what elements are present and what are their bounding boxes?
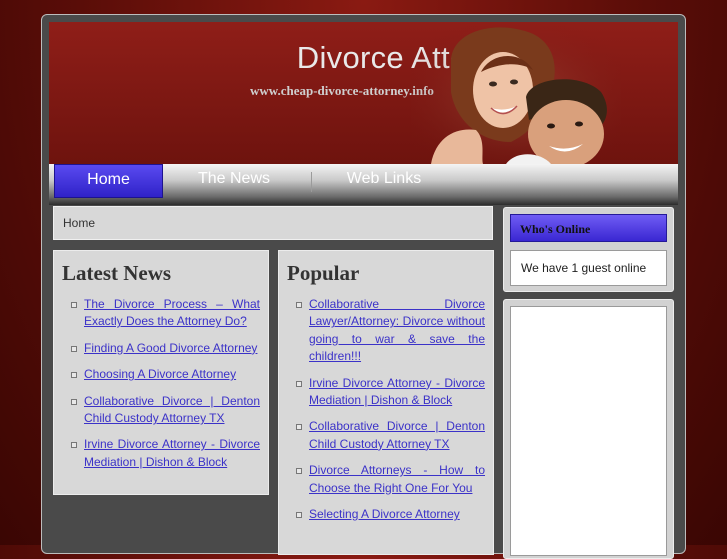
- latest-news-link[interactable]: Irvine Divorce Attorney - Divorce Mediat…: [84, 437, 260, 468]
- latest-news-link[interactable]: The Divorce Process – What Exactly Does …: [84, 297, 260, 328]
- site-url: www.cheap-divorce-attorney.info: [250, 83, 434, 98]
- popular-link[interactable]: Selecting A Divorce Attorney: [309, 507, 460, 521]
- latest-news-title: Latest News: [62, 261, 172, 285]
- site-header: Divorce Attorney www.cheap-divorce-attor…: [49, 22, 678, 164]
- latest-news-link[interactable]: Choosing A Divorce Attorney: [84, 367, 236, 381]
- list-item: Collaborative Divorce | Denton Child Cus…: [71, 393, 260, 428]
- popular-list: Collaborative Divorce Lawyer/Attorney: D…: [279, 296, 493, 523]
- popular-link[interactable]: Collaborative Divorce Lawyer/Attorney: D…: [309, 297, 485, 363]
- nav-the-news[interactable]: The News: [174, 164, 294, 198]
- sidebar-blank-box: [510, 306, 667, 556]
- latest-news-panel: Latest News The Divorce Process – What E…: [53, 250, 269, 495]
- bullet-icon: [71, 398, 77, 405]
- bullet-icon: [296, 424, 302, 431]
- list-item: Collaborative Divorce | Denton Child Cus…: [296, 418, 485, 453]
- bullet-icon: [71, 372, 77, 379]
- sidebar-module-blank: [503, 299, 674, 559]
- bullet-icon: [296, 380, 302, 387]
- header-couple-photo: [411, 22, 621, 164]
- nav-divider: [311, 172, 312, 192]
- bullet-icon: [71, 442, 77, 449]
- nav-web-links[interactable]: Web Links: [324, 164, 444, 198]
- bullet-icon: [296, 302, 302, 308]
- whos-online-title: Who's Online: [510, 214, 667, 242]
- list-item: Finding A Good Divorce Attorney: [71, 340, 260, 357]
- latest-news-list: The Divorce Process – What Exactly Does …: [54, 296, 268, 471]
- nav-home[interactable]: Home: [54, 164, 163, 198]
- popular-link[interactable]: Irvine Divorce Attorney - Divorce Mediat…: [309, 376, 485, 407]
- whos-online-text: We have 1 guest online: [510, 250, 667, 286]
- latest-news-link[interactable]: Finding A Good Divorce Attorney: [84, 341, 257, 355]
- list-item: The Divorce Process – What Exactly Does …: [71, 296, 260, 331]
- popular-panel: Popular Collaborative Divorce Lawyer/Att…: [278, 250, 494, 555]
- list-item: Collaborative Divorce Lawyer/Attorney: D…: [296, 296, 485, 366]
- popular-link[interactable]: Collaborative Divorce | Denton Child Cus…: [309, 419, 485, 450]
- bullet-icon: [71, 302, 77, 308]
- list-item: Irvine Divorce Attorney - Divorce Mediat…: [71, 436, 260, 471]
- page-container: Divorce Attorney www.cheap-divorce-attor…: [41, 14, 686, 559]
- main-nav: Home The News Web Links: [49, 164, 678, 205]
- popular-title: Popular: [287, 261, 360, 285]
- list-item: Choosing A Divorce Attorney: [71, 366, 260, 383]
- list-item: Irvine Divorce Attorney - Divorce Mediat…: [296, 375, 485, 410]
- whos-online-module: Who's Online We have 1 guest online: [503, 207, 674, 292]
- bullet-icon: [296, 512, 302, 519]
- popular-link[interactable]: Divorce Attorneys - How to Choose the Ri…: [309, 463, 485, 494]
- list-item: Selecting A Divorce Attorney: [296, 506, 485, 523]
- list-item: Divorce Attorneys - How to Choose the Ri…: [296, 462, 485, 497]
- latest-news-link[interactable]: Collaborative Divorce | Denton Child Cus…: [84, 394, 260, 425]
- bullet-icon: [296, 468, 302, 475]
- bullet-icon: [71, 345, 77, 352]
- breadcrumb: Home: [53, 206, 493, 240]
- breadcrumb-home[interactable]: Home: [63, 216, 95, 230]
